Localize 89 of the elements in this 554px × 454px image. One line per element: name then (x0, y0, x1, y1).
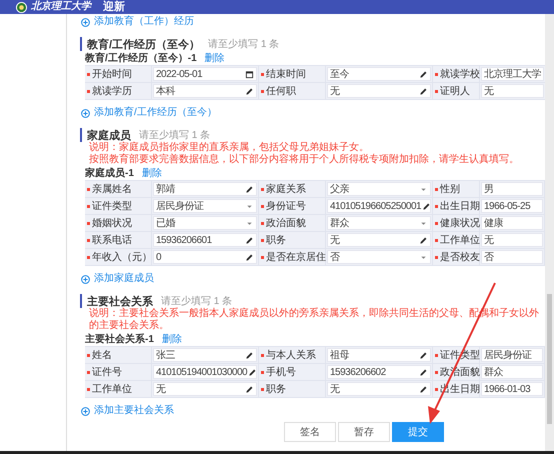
text-field[interactable]: 北京理工大学 (481, 67, 544, 81)
record-title: 教育/工作经历（至今）-1 (85, 51, 197, 65)
field-label: 证件类型 (92, 200, 132, 213)
text-field[interactable]: 至今 (327, 67, 431, 81)
logo-text: 北京理工大学 (31, 1, 91, 13)
field-label: 姓名 (92, 349, 112, 362)
text-field[interactable]: 无 (153, 382, 257, 396)
text-field[interactable]: 无 (327, 382, 431, 396)
text-field[interactable]: 本科 (153, 84, 257, 98)
field-label: 是否校友 (440, 250, 480, 264)
field-label: 任何职 (266, 85, 296, 98)
add-link[interactable]: 添加教育/工作经历（至今） (81, 106, 217, 120)
text-field[interactable]: 否 (481, 250, 543, 264)
field-label: 身份证号 (266, 200, 306, 213)
field-label: 职务 (266, 383, 286, 396)
text-field[interactable]: 15936206602 (327, 365, 431, 379)
select-field[interactable]: 父亲 (327, 182, 431, 196)
field-label: 就读学校 (440, 68, 480, 81)
field-label: 家庭关系 (266, 182, 306, 196)
field-label: 政治面貌 (266, 217, 306, 230)
action-button[interactable]: 暂存 (338, 422, 390, 442)
add-icon (81, 274, 90, 284)
section-hint: 请至少填写 1 条 (161, 294, 232, 308)
delete-link[interactable]: 删除 (162, 332, 182, 346)
text-field[interactable]: 居民身份证 (481, 348, 543, 362)
select-field[interactable]: 群众 (327, 216, 431, 230)
add-icon (81, 108, 90, 118)
field-label: 出生日期 (440, 200, 480, 213)
delete-link[interactable]: 删除 (142, 166, 162, 180)
text-field[interactable]: 无 (327, 233, 431, 247)
text-field[interactable]: 410105194001030000 (153, 365, 257, 379)
section-title: 家庭成员 (87, 128, 131, 142)
field-label: 证明人 (440, 85, 470, 98)
text-field[interactable]: 无 (481, 84, 544, 98)
field-label: 职务 (266, 234, 286, 247)
note-text: 按照教育部要求完善数据信息，以下部分内容将用于个人所得税专项附加扣除，请学生认真填写。 (89, 154, 520, 166)
field-label: 结束时间 (266, 68, 306, 81)
text-field[interactable]: 无 (481, 233, 543, 247)
field-label: 就读学历 (92, 84, 132, 98)
scrollbar[interactable] (545, 14, 554, 451)
text-field[interactable]: 15936206601 (153, 233, 257, 247)
select-field[interactable]: 已婚 (153, 216, 257, 230)
add-icon (81, 406, 90, 416)
field-label: 工作单位 (92, 382, 132, 396)
text-field[interactable]: 郭靖 (153, 182, 257, 196)
pencil-icon (419, 236, 428, 244)
action-button[interactable]: 签名 (284, 422, 336, 442)
text-field[interactable]: 男 (481, 182, 543, 196)
page-title: 迎新 (103, 1, 125, 13)
text-field[interactable]: 无 (327, 84, 431, 98)
field-label: 婚姻状况 (92, 216, 132, 230)
text-field[interactable]: 祖母 (327, 348, 431, 362)
record-title: 主要社会关系-1 (85, 332, 154, 346)
field-label: 性别 (440, 182, 460, 196)
field-label: 联系电话 (92, 234, 132, 247)
field-label: 开始时间 (92, 68, 132, 81)
text-field[interactable]: 410105196605250001 (327, 199, 431, 213)
delete-link[interactable]: 删除 (204, 51, 225, 65)
pencil-icon (245, 184, 254, 194)
field-label: 亲属姓名 (92, 182, 132, 196)
text-field[interactable]: 群众 (481, 365, 543, 379)
field-label: 健康状况 (440, 216, 480, 230)
calendar-icon (245, 70, 254, 78)
field-label: 与本人关系 (266, 348, 316, 362)
text-field[interactable]: 1966-01-03 (481, 382, 543, 396)
pencil-icon (245, 86, 254, 96)
add-icon (81, 18, 90, 26)
field-label: 证件号 (92, 366, 122, 379)
section-hint: 请至少填写 1 条 (139, 128, 210, 142)
field-label: 手机号 (266, 366, 296, 379)
date-field[interactable]: 2022-05-01 (153, 67, 257, 81)
section-hint: 请至少填写 1 条 (208, 38, 280, 51)
text-field[interactable]: 1966-05-25 (481, 199, 543, 213)
select-field[interactable]: 否 (327, 250, 431, 264)
add-link[interactable]: 添加家庭成员 (81, 272, 154, 286)
text-field[interactable]: 0 (153, 250, 257, 264)
add-link[interactable]: 添加教育（工作）经历 (81, 15, 194, 29)
text-field[interactable]: 张三 (153, 348, 257, 362)
add-link[interactable]: 添加主要社会关系 (81, 404, 174, 418)
field-label: 年收入（元） (92, 250, 152, 264)
record-title: 家庭成员-1 (85, 166, 134, 180)
select-field[interactable]: 居民身份证 (153, 199, 257, 213)
section-title: 教育/工作经历（至今） (87, 37, 200, 52)
pencil-icon (422, 202, 432, 210)
text-field[interactable]: 健康 (481, 216, 543, 230)
section-title: 主要社会关系 (87, 294, 153, 308)
note-text: 说明：家庭成员指你家里的直系亲属，包括父母兄弟姐妹子女。 (89, 142, 370, 154)
field-label: 是否在京居住 (266, 250, 326, 264)
field-label: 工作单位 (440, 234, 480, 247)
